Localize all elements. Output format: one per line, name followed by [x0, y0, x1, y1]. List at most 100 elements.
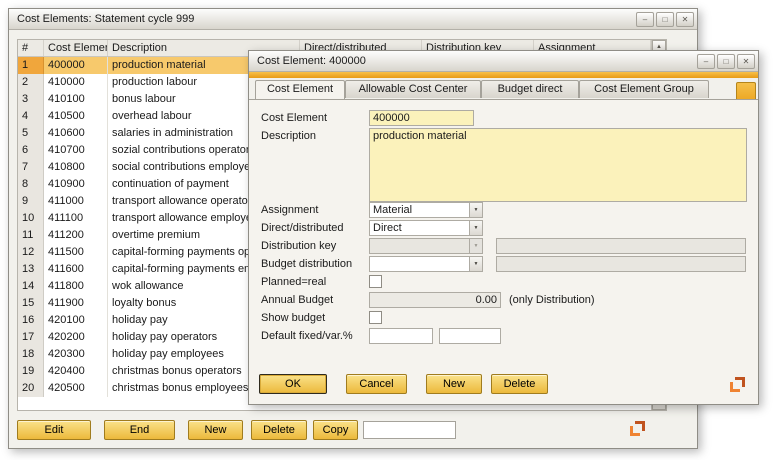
chevron-down-icon[interactable]: ▼: [469, 257, 482, 271]
row-code-cell[interactable]: 411900: [44, 295, 108, 312]
tab-allowable-cost-center[interactable]: Allowable Cost Center: [345, 80, 481, 98]
row-code-cell[interactable]: 410900: [44, 176, 108, 193]
row-code-cell[interactable]: 420300: [44, 346, 108, 363]
row-num-cell: 9: [18, 193, 44, 210]
budget-distribution-label: Budget distribution: [261, 258, 352, 270]
row-code-cell[interactable]: 411100: [44, 210, 108, 227]
chevron-down-icon: ▼: [469, 239, 482, 253]
dialog-minimize-icon[interactable]: –: [697, 54, 715, 69]
desktop: Cost Elements: Statement cycle 999 – □ ✕…: [0, 0, 773, 460]
planned-real-label: Planned=real: [261, 276, 326, 288]
default-var-input[interactable]: [439, 328, 501, 344]
description-field[interactable]: production material: [369, 128, 747, 202]
row-code-cell[interactable]: 410100: [44, 91, 108, 108]
minimize-icon[interactable]: –: [636, 12, 654, 27]
tab-cost-element-group[interactable]: Cost Element Group: [579, 80, 709, 98]
row-code-cell[interactable]: 420400: [44, 363, 108, 380]
dialog-form: Cost Element 400000 Description producti…: [249, 99, 758, 404]
row-num-cell: 11: [18, 227, 44, 244]
planned-real-checkbox[interactable]: [369, 275, 382, 288]
annual-budget-label: Annual Budget: [261, 294, 333, 306]
row-num-cell: 12: [18, 244, 44, 261]
row-num-cell: 19: [18, 363, 44, 380]
row-num-cell: 8: [18, 176, 44, 193]
row-num-cell: 4: [18, 108, 44, 125]
new-button[interactable]: New: [188, 420, 243, 440]
distribution-key-description-field: [496, 238, 746, 254]
dialog-maximize-icon[interactable]: □: [717, 54, 735, 69]
dialog-new-button[interactable]: New: [426, 374, 482, 394]
row-code-cell[interactable]: 411600: [44, 261, 108, 278]
dialog-close-icon[interactable]: ✕: [737, 54, 755, 69]
dialog-title: Cost Element: 400000: [257, 55, 695, 67]
row-num-cell: 1: [18, 57, 44, 74]
accent-strip: [249, 72, 758, 78]
dialog-delete-button[interactable]: Delete: [491, 374, 548, 394]
row-code-cell[interactable]: 410600: [44, 125, 108, 142]
close-icon[interactable]: ✕: [676, 12, 694, 27]
chevron-down-icon[interactable]: ▼: [469, 221, 482, 235]
cancel-button[interactable]: Cancel: [346, 374, 407, 394]
main-window-title: Cost Elements: Statement cycle 999: [17, 13, 634, 25]
assignment-dropdown[interactable]: Material ▼: [369, 202, 483, 218]
direct-distributed-label: Direct/distributed: [261, 222, 344, 234]
row-num-cell: 18: [18, 346, 44, 363]
maximize-icon[interactable]: □: [656, 12, 674, 27]
row-num-cell: 5: [18, 125, 44, 142]
row-code-cell[interactable]: 410000: [44, 74, 108, 91]
tab-filler: [736, 82, 756, 99]
row-code-cell[interactable]: 411800: [44, 278, 108, 295]
cost-element-dialog: Cost Element: 400000 – □ ✕ Cost Element …: [248, 50, 759, 405]
end-button[interactable]: End: [104, 420, 175, 440]
row-num-cell: 2: [18, 74, 44, 91]
row-num-cell: 16: [18, 312, 44, 329]
show-budget-label: Show budget: [261, 312, 325, 324]
row-code-cell[interactable]: 410500: [44, 108, 108, 125]
row-num-cell: 20: [18, 380, 44, 397]
expand-form-icon[interactable]: [629, 420, 646, 437]
row-num-cell: 17: [18, 329, 44, 346]
ok-button[interactable]: OK: [259, 374, 327, 394]
budget-distribution-description-field: [496, 256, 746, 272]
chevron-down-icon[interactable]: ▼: [469, 203, 482, 217]
annual-budget-note: (only Distribution): [509, 294, 595, 306]
show-budget-checkbox[interactable]: [369, 311, 382, 324]
distribution-key-dropdown: ▼: [369, 238, 483, 254]
column-header-num[interactable]: #: [18, 40, 44, 56]
row-code-cell[interactable]: 400000: [44, 57, 108, 74]
delete-button[interactable]: Delete: [251, 420, 307, 440]
edit-button[interactable]: Edit: [17, 420, 91, 440]
assignment-value: Material: [373, 203, 468, 217]
cost-element-field[interactable]: 400000: [369, 110, 474, 126]
row-code-cell[interactable]: 411200: [44, 227, 108, 244]
cost-element-label: Cost Element: [261, 112, 327, 124]
default-fixed-var-label: Default fixed/var.%: [261, 330, 353, 342]
row-num-cell: 3: [18, 91, 44, 108]
row-code-cell[interactable]: 420500: [44, 380, 108, 397]
row-code-cell[interactable]: 411000: [44, 193, 108, 210]
dialog-titlebar[interactable]: Cost Element: 400000 – □ ✕: [249, 51, 758, 72]
column-header-code[interactable]: Cost Elemen: [44, 40, 108, 56]
direct-distributed-dropdown[interactable]: Direct ▼: [369, 220, 483, 236]
description-label: Description: [261, 130, 316, 142]
direct-distributed-value: Direct: [373, 221, 468, 235]
budget-distribution-dropdown[interactable]: ▼: [369, 256, 483, 272]
row-num-cell: 7: [18, 159, 44, 176]
row-code-cell[interactable]: 410800: [44, 159, 108, 176]
tab-cost-element[interactable]: Cost Element: [255, 80, 345, 99]
dialog-tabstrip: Cost Element Allowable Cost Center Budge…: [249, 80, 758, 99]
row-code-cell[interactable]: 420100: [44, 312, 108, 329]
row-code-cell[interactable]: 411500: [44, 244, 108, 261]
row-num-cell: 15: [18, 295, 44, 312]
row-code-cell[interactable]: 410700: [44, 142, 108, 159]
distribution-key-label: Distribution key: [261, 240, 336, 252]
default-fixed-input[interactable]: [369, 328, 433, 344]
expand-form-icon[interactable]: [729, 376, 746, 393]
row-code-cell[interactable]: 420200: [44, 329, 108, 346]
main-window-titlebar[interactable]: Cost Elements: Statement cycle 999 – □ ✕: [9, 9, 697, 30]
tab-budget-direct[interactable]: Budget direct: [481, 80, 579, 98]
footer-input[interactable]: [363, 421, 456, 439]
row-num-cell: 14: [18, 278, 44, 295]
copy-button[interactable]: Copy: [313, 420, 358, 440]
annual-budget-field: 0.00: [369, 292, 501, 308]
